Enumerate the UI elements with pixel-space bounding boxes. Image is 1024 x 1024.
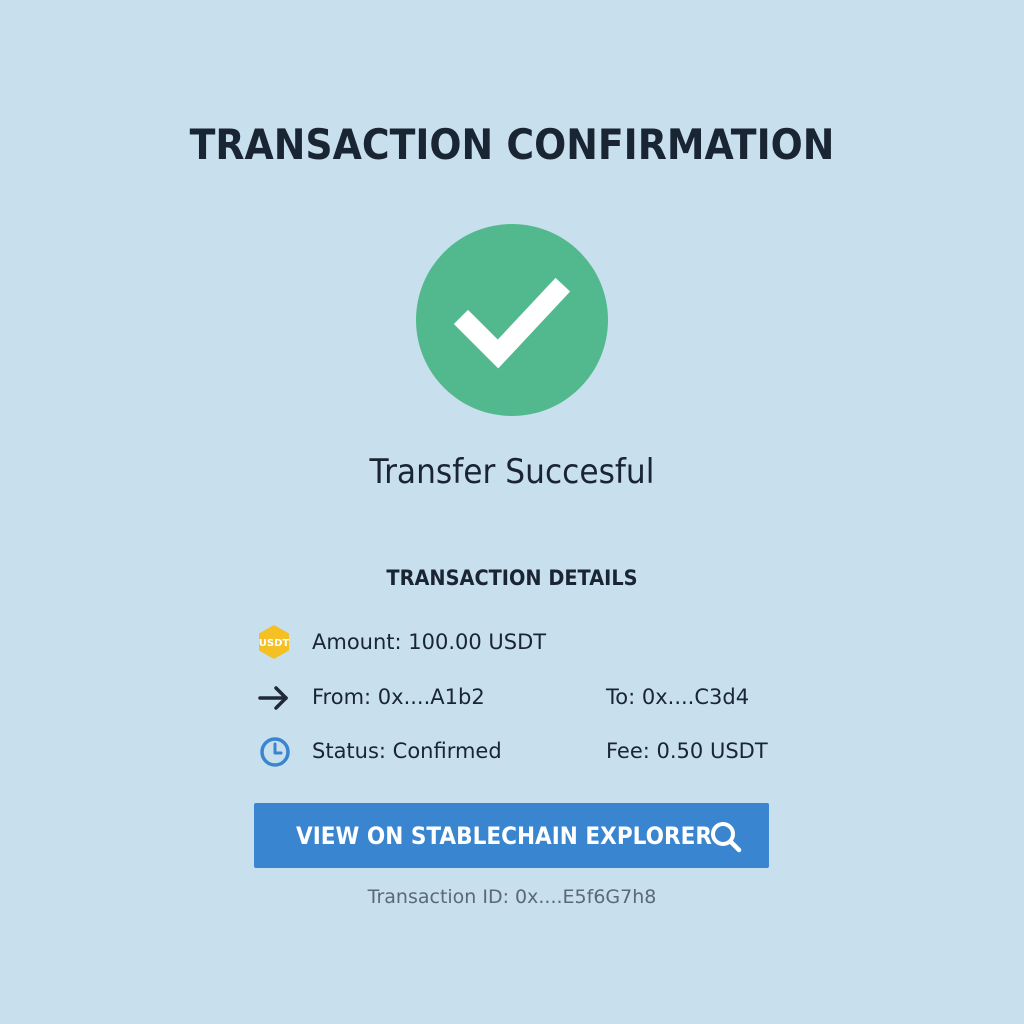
search-icon — [708, 819, 744, 855]
from-to-row: From: 0x....A1b2 To: 0x....C3d4 — [254, 677, 774, 717]
usdt-icon-text: USDT — [259, 638, 290, 649]
usdt-token-icon: USDT — [254, 622, 294, 662]
arrow-right-icon — [254, 677, 294, 717]
explorer-button-label: VIEW ON STABLECHAIN EXPLORER — [296, 822, 713, 850]
page-title: TRANSACTION CONFIRMATION — [189, 120, 835, 169]
to-address: To: 0x....C3d4 — [606, 685, 750, 709]
amount-label: Amount: 100.00 USDT — [312, 630, 547, 654]
checkmark-icon — [453, 277, 571, 369]
clock-icon — [254, 731, 294, 771]
status-message: Transfer Succesful — [369, 452, 655, 492]
status-label: Status: Confirmed — [312, 739, 502, 763]
amount-row: USDT Amount: 100.00 USDT — [254, 622, 774, 662]
fee-label: Fee: 0.50 USDT — [606, 739, 768, 763]
from-address: From: 0x....A1b2 — [312, 685, 485, 709]
success-badge — [416, 224, 608, 416]
details-heading: TRANSACTION DETAILS — [386, 566, 638, 590]
confirmation-page: TRANSACTION CONFIRMATION Transfer Succes… — [0, 0, 1024, 1024]
status-fee-row: Status: Confirmed Fee: 0.50 USDT — [254, 731, 774, 771]
transaction-id: Transaction ID: 0x....E5f6G7h8 — [367, 886, 657, 908]
view-explorer-button[interactable]: VIEW ON STABLECHAIN EXPLORER — [254, 803, 769, 868]
